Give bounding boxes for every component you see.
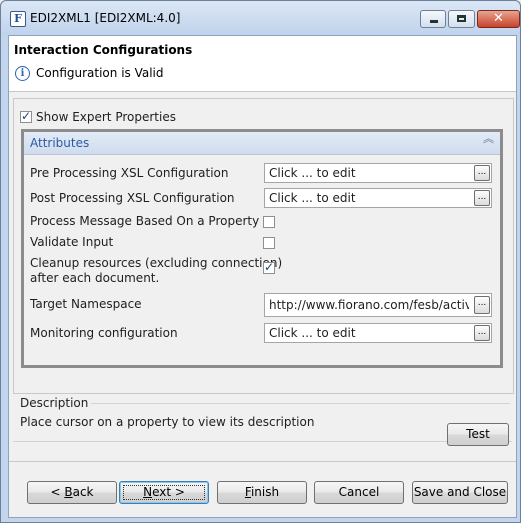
validation-status: Configuration is Valid [36,66,164,80]
property-value-post-xsl[interactable]: Click ... to edit ... [264,188,492,208]
property-value-text: Click ... to edit [269,166,356,180]
property-label-cleanup: Cleanup resources (excluding connection) [30,256,283,270]
close-icon: ✕ [493,11,504,26]
info-icon: i [15,66,30,81]
divider [87,403,510,404]
show-expert-checkbox[interactable] [20,109,32,123]
property-value-monitoring[interactable]: Click ... to edit ... [264,323,492,343]
description-group: Description Place cursor on a property t… [13,396,512,442]
property-label-monitoring: Monitoring configuration [30,326,178,340]
validate-input-checkbox[interactable] [263,237,275,249]
double-chevron-up-icon[interactable]: ︽ [483,133,494,144]
cancel-button[interactable]: Cancel [314,481,404,504]
dialog-window: F EDI2XML1 [EDI2XML:4.0] ✕ Interaction C… [0,0,521,523]
save-and-close-button[interactable]: Save and Close [412,481,508,504]
back-button[interactable]: < Back [27,481,117,504]
window-title: EDI2XML1 [EDI2XML:4.0] [30,11,181,25]
ellipsis-button[interactable]: ... [474,296,490,314]
focus-rect [123,485,205,500]
dialog-client-area: Interaction Configurations i Configurati… [8,35,517,518]
maximize-button[interactable] [448,10,475,28]
property-label-cleanup-line2: after each document. [30,271,160,285]
divider [13,441,512,442]
wizard-header: Interaction Configurations i Configurati… [9,36,516,92]
next-button[interactable]: Next > [119,481,209,504]
button-bar-separator [9,461,516,462]
cleanup-resources-checkbox[interactable] [263,260,275,274]
property-label-validate-input: Validate Input [30,235,114,249]
property-value-text: Click ... to edit [269,326,356,340]
show-expert-label[interactable]: Show Expert Properties [36,110,176,124]
description-text: Place cursor on a property to view its d… [20,415,315,429]
property-label-post-xsl: Post Processing XSL Configuration [30,191,235,205]
finish-button[interactable]: Finish [217,481,307,504]
description-title: Description [20,396,92,410]
ellipsis-button[interactable]: ... [474,325,490,341]
close-button[interactable]: ✕ [477,10,520,28]
back-arrow-text: < [50,485,65,499]
property-label-pre-xsl: Pre Processing XSL Configuration [30,166,229,180]
process-message-checkbox[interactable] [263,216,275,228]
property-value-pre-xsl[interactable]: Click ... to edit ... [264,163,492,183]
app-icon: F [10,11,26,27]
page-title: Interaction Configurations [14,43,193,57]
back-mnemonic: B [64,485,73,499]
title-bar[interactable]: F EDI2XML1 [EDI2XML:4.0] ✕ [1,1,520,35]
finish-label: inish [250,485,280,499]
ellipsis-button[interactable]: ... [474,190,490,206]
property-label-process-message: Process Message Based On a Property [30,214,260,228]
attributes-header[interactable]: Attributes ︽ [24,132,500,155]
property-label-target-namespace: Target Namespace [30,297,142,311]
minimize-icon [430,20,438,23]
minimize-button[interactable] [420,10,446,28]
attributes-title: Attributes [30,136,90,150]
back-label: ack [72,485,94,499]
test-button[interactable]: Test [447,423,509,446]
target-namespace-value[interactable]: http://www.fiorano.com/fesb/activity [269,298,469,312]
attributes-panel: Attributes ︽ Pre Processing XSL Configur… [21,129,503,368]
ellipsis-button[interactable]: ... [474,165,490,181]
maximize-icon [457,15,466,22]
property-value-text: Click ... to edit [269,191,356,205]
properties-panel: Show Expert Properties Attributes ︽ Pre … [13,98,514,394]
target-namespace-field[interactable]: http://www.fiorano.com/fesb/activity ... [264,293,492,317]
